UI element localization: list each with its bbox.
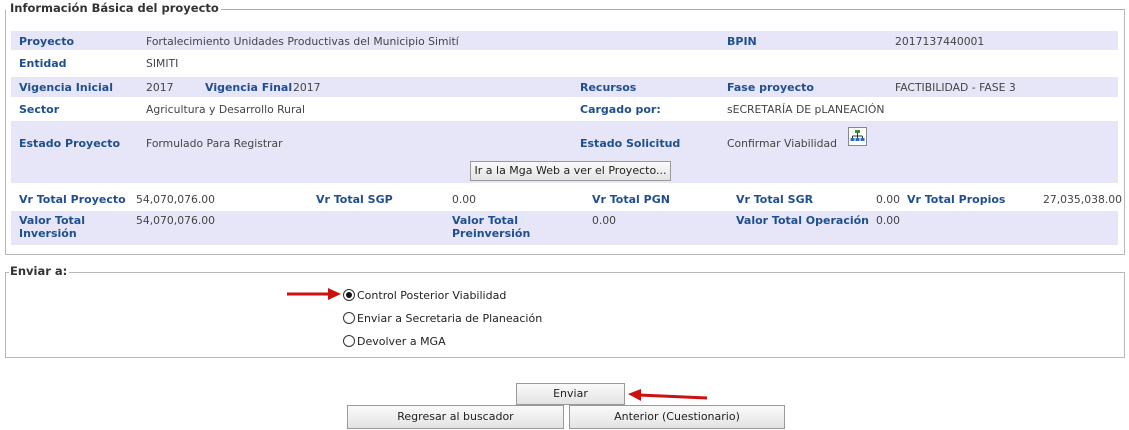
entidad-value: SIMITI — [146, 57, 179, 70]
enviar-legend: Enviar a: — [9, 264, 70, 278]
vr-total-sgr-label: Vr Total SGR — [736, 193, 814, 206]
vr-total-propios-label: Vr Total Propios — [907, 193, 1006, 206]
recursos-label: Recursos — [580, 81, 637, 94]
vr-total-sgr-value: 0.00 — [876, 193, 901, 206]
enviar-fieldset — [5, 272, 1125, 358]
radio-secretaria-planeacion-circle[interactable] — [343, 312, 355, 324]
valor-total-inversion-label: Valor Total Inversión — [19, 214, 85, 240]
valor-total-inversion-line2: Inversión — [19, 227, 77, 240]
radio-control-posterior-circle[interactable] — [343, 289, 355, 301]
valor-total-preinversion-line2: Preinversión — [452, 227, 531, 240]
valor-total-operacion-value: 0.00 — [876, 214, 901, 227]
radio-control-posterior-label: Control Posterior Viabilidad — [357, 288, 507, 302]
basic-info-legend: Información Básica del proyecto — [9, 1, 221, 15]
red-arrow-radio-pointer — [287, 288, 341, 300]
radio-devolver-mga-circle[interactable] — [343, 335, 355, 347]
proyecto-value: Fortalecimiento Unidades Productivas del… — [146, 35, 459, 48]
vr-total-sgp-label: Vr Total SGP — [316, 193, 393, 206]
bpin-label: BPIN — [727, 35, 757, 48]
ir-mga-web-button[interactable]: Ir a la Mga Web a ver el Proyecto... — [470, 161, 671, 181]
entidad-label: Entidad — [19, 57, 67, 70]
vr-total-propios-value: 27,035,038.00 — [1043, 193, 1122, 206]
sector-label: Sector — [19, 103, 60, 116]
workflow-diagram-icon[interactable] — [848, 127, 867, 146]
valor-total-operacion-label: Valor Total Operación — [736, 214, 870, 227]
hierarchy-icon — [850, 130, 865, 141]
fase-proyecto-value: FACTIBILIDAD - FASE 3 — [895, 81, 1016, 94]
vr-total-sgp-value: 0.00 — [452, 193, 477, 206]
fase-proyecto-label: Fase proyecto — [727, 81, 814, 94]
estado-solicitud-label: Estado Solicitud — [580, 137, 681, 150]
red-arrow-enviar-pointer — [628, 389, 708, 401]
bpin-value: 2017137440001 — [895, 35, 985, 48]
valor-total-preinversion-line1: Valor Total — [452, 214, 518, 227]
enviar-button[interactable]: Enviar — [516, 383, 625, 405]
vigencia-final-value: 2017 — [293, 81, 321, 94]
proyecto-label: Proyecto — [19, 35, 75, 48]
valor-total-inversion-value: 54,070,076.00 — [136, 214, 215, 227]
estado-proyecto-label: Estado Proyecto — [19, 137, 121, 150]
vigencia-inicial-value: 2017 — [146, 81, 174, 94]
anterior-cuestionario-button[interactable]: Anterior (Cuestionario) — [569, 405, 785, 429]
vr-total-proyecto-label: Vr Total Proyecto — [19, 193, 126, 206]
radio-secretaria-planeacion-label: Enviar a Secretaria de Planeación — [357, 311, 543, 325]
radio-devolver-mga-label: Devolver a MGA — [357, 334, 446, 348]
cargado-por-label: Cargado por: — [580, 103, 661, 116]
vigencia-inicial-label: Vigencia Inicial — [19, 81, 113, 94]
sector-value: Agricultura y Desarrollo Rural — [146, 103, 306, 116]
estado-proyecto-value: Formulado Para Registrar — [146, 137, 283, 150]
radio-devolver-mga[interactable]: Devolver a MGA — [343, 332, 446, 350]
valor-total-preinversion-value: 0.00 — [592, 214, 617, 227]
radio-secretaria-planeacion[interactable]: Enviar a Secretaria de Planeación — [343, 309, 542, 327]
valor-total-inversion-line1: Valor Total — [19, 214, 85, 227]
regresar-buscador-button[interactable]: Regresar al buscador — [347, 405, 564, 429]
vr-total-proyecto-value: 54,070,076.00 — [136, 193, 215, 206]
radio-control-posterior[interactable]: Control Posterior Viabilidad — [343, 286, 506, 304]
cargado-por-value: sECRETARÍA DE pLANEACIÓN — [727, 103, 885, 116]
estado-solicitud-value: Confirmar Viabilidad — [727, 137, 837, 150]
vr-total-pgn-label: Vr Total PGN — [592, 193, 670, 206]
valor-total-preinversion-label: Valor Total Preinversión — [452, 214, 530, 240]
vigencia-final-label: Vigencia Final — [205, 81, 293, 94]
